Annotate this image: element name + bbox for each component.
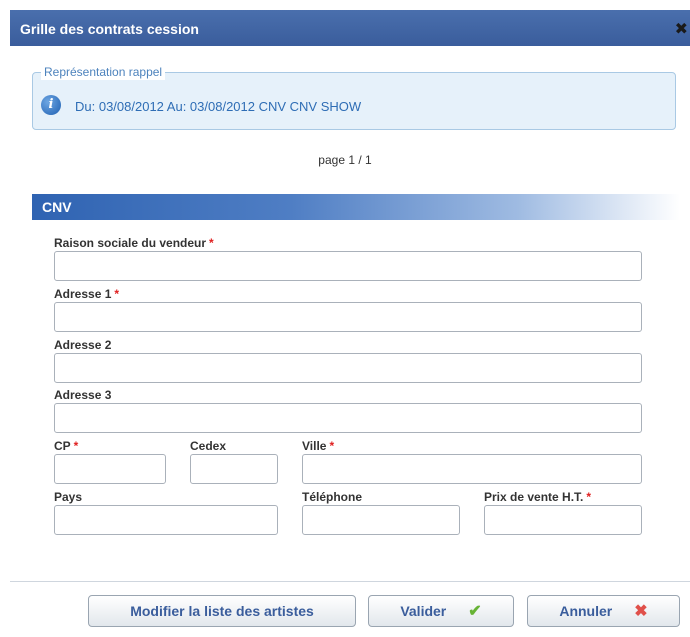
pager-text: page 1 / 1 [318, 153, 372, 167]
required-mark: * [329, 439, 335, 453]
adresse1-label-text: Adresse 1 [54, 287, 112, 301]
annuler-button[interactable]: Annuler ✖ [527, 595, 680, 627]
ville-input[interactable] [302, 454, 642, 484]
raison-sociale-label: Raison sociale du vendeur * [54, 236, 214, 250]
valider-button[interactable]: Valider ✔ [368, 595, 514, 627]
raison-sociale-input[interactable] [54, 251, 642, 281]
telephone-label: Téléphone [302, 490, 362, 504]
pays-label: Pays [54, 490, 82, 504]
close-icon[interactable]: ✖ [675, 19, 688, 39]
cp-input[interactable] [54, 454, 166, 484]
prix-label: Prix de vente H.T. * [484, 490, 591, 504]
required-mark: * [114, 287, 120, 301]
modifier-artistes-button[interactable]: Modifier la liste des artistes [88, 595, 356, 627]
section-title: CNV [42, 199, 72, 215]
valider-label: Valider [400, 603, 447, 619]
raison-sociale-label-text: Raison sociale du vendeur [54, 236, 207, 250]
pays-input[interactable] [54, 505, 278, 535]
section-header: CNV [32, 194, 680, 220]
info-fieldset: Représentation rappel i Du: 03/08/2012 A… [32, 65, 676, 130]
telephone-input[interactable] [302, 505, 460, 535]
cedex-label-text: Cedex [190, 439, 227, 453]
adresse1-input[interactable] [54, 302, 642, 332]
cedex-label: Cedex [190, 439, 226, 453]
info-icon: i [41, 95, 61, 115]
check-icon: ✔ [468, 603, 482, 620]
required-mark: * [73, 439, 79, 453]
adresse2-label-text: Adresse 2 [54, 338, 112, 352]
pays-label-text: Pays [54, 490, 83, 504]
footer-divider [10, 581, 690, 582]
adresse3-label: Adresse 3 [54, 388, 111, 402]
info-text: Du: 03/08/2012 Au: 03/08/2012 CNV CNV SH… [75, 99, 362, 114]
prix-label-text: Prix de vente H.T. [484, 490, 584, 504]
info-legend: Représentation rappel [41, 65, 166, 80]
modifier-artistes-label: Modifier la liste des artistes [130, 603, 314, 619]
prix-input[interactable] [484, 505, 642, 535]
adresse1-label: Adresse 1 * [54, 287, 119, 301]
annuler-label: Annuler [559, 603, 613, 619]
cp-label: CP * [54, 439, 78, 453]
required-mark: * [209, 236, 214, 250]
close-icon: ✖ [634, 603, 648, 620]
adresse3-input[interactable] [54, 403, 642, 433]
ville-label-text: Ville [302, 439, 327, 453]
ville-label: Ville * [302, 439, 334, 453]
dialog-titlebar: Grille des contrats cession ✖ [10, 10, 690, 46]
dialog-title: Grille des contrats cession [20, 21, 199, 37]
cedex-input[interactable] [190, 454, 278, 484]
adresse3-label-text: Adresse 3 [54, 388, 112, 402]
required-mark: * [586, 490, 592, 504]
adresse2-input[interactable] [54, 353, 642, 383]
cp-label-text: CP [54, 439, 71, 453]
telephone-label-text: Téléphone [302, 490, 363, 504]
adresse2-label: Adresse 2 [54, 338, 111, 352]
